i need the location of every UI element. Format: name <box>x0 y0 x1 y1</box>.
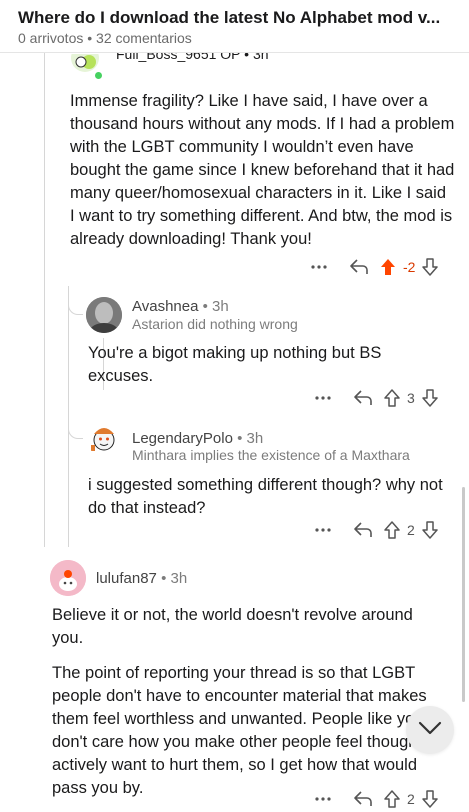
post-meta: 0 arrivotos • 32 comentarios <box>18 30 192 46</box>
comment-actions: 2 <box>312 517 440 543</box>
reply-icon[interactable] <box>346 390 380 406</box>
comment-author[interactable]: Avashnea <box>132 298 198 315</box>
reply-icon[interactable] <box>346 791 380 807</box>
avatar[interactable] <box>50 560 86 596</box>
vote-count: -2 <box>403 259 416 275</box>
comment-actions: -2 <box>308 254 440 280</box>
upvote-icon[interactable] <box>382 389 402 407</box>
more-icon[interactable] <box>312 396 334 400</box>
reply-icon[interactable] <box>342 259 376 275</box>
comment-body: Believe it or not, the world doesn't rev… <box>52 604 444 812</box>
downvote-icon[interactable] <box>420 389 440 407</box>
thread-line[interactable] <box>44 52 45 547</box>
upvote-icon[interactable] <box>382 790 402 808</box>
comment-body: i suggested something different though? … <box>88 476 443 517</box>
comment-author-header[interactable]: Full_Boss_9651 OP • 3h <box>116 52 269 64</box>
comment-paragraph: The point of reporting your thread is so… <box>52 664 442 797</box>
thread-branch <box>68 300 83 315</box>
comment-actions: 2 <box>312 786 440 812</box>
vote-count: 2 <box>407 791 415 807</box>
user-flair: Astarion did nothing wrong <box>132 316 298 332</box>
upvote-icon[interactable] <box>382 521 402 539</box>
user-flair: Minthara implies the existence of a Maxt… <box>132 447 410 463</box>
reply-icon[interactable] <box>346 522 380 538</box>
vote-count: 2 <box>407 522 415 538</box>
comment-author-line: Avashnea • 3h <box>132 298 229 315</box>
vote-count: 3 <box>407 390 415 406</box>
scrollbar-thumb[interactable] <box>462 487 465 702</box>
downvote-icon[interactable] <box>420 521 440 539</box>
more-icon[interactable] <box>308 265 330 269</box>
downvote-icon[interactable] <box>420 790 440 808</box>
downvote-icon[interactable] <box>420 258 440 276</box>
more-icon[interactable] <box>312 797 334 801</box>
upvote-icon[interactable] <box>378 258 398 276</box>
thread-line[interactable] <box>68 286 69 547</box>
avatar[interactable] <box>86 297 122 333</box>
comment-actions: 3 <box>312 385 440 411</box>
comment-paragraph: Believe it or not, the world doesn't rev… <box>52 606 413 647</box>
post-header: Where do I download the latest No Alphab… <box>0 0 469 53</box>
thread-branch <box>68 424 83 439</box>
chevron-down-icon <box>418 721 442 740</box>
comment-time: • 3h <box>161 570 188 587</box>
avatar[interactable] <box>86 420 122 456</box>
collapse-button[interactable] <box>406 706 454 754</box>
comment-author[interactable]: lulufan87 <box>96 570 157 587</box>
comment-time: • 3h <box>202 298 229 315</box>
comment-body: You're a bigot making up nothing but BS … <box>88 344 382 385</box>
comment-time: • 3h <box>237 430 264 447</box>
more-icon[interactable] <box>312 528 334 532</box>
comment-author-line: lulufan87 • 3h <box>96 570 187 587</box>
comment-body: Immense fragility? Like I have said, I h… <box>70 92 455 248</box>
online-status-dot <box>94 71 103 80</box>
comment-author-line: LegendaryPolo • 3h <box>132 430 263 447</box>
comment-author[interactable]: LegendaryPolo <box>132 430 233 447</box>
post-title[interactable]: Where do I download the latest No Alphab… <box>18 8 458 28</box>
